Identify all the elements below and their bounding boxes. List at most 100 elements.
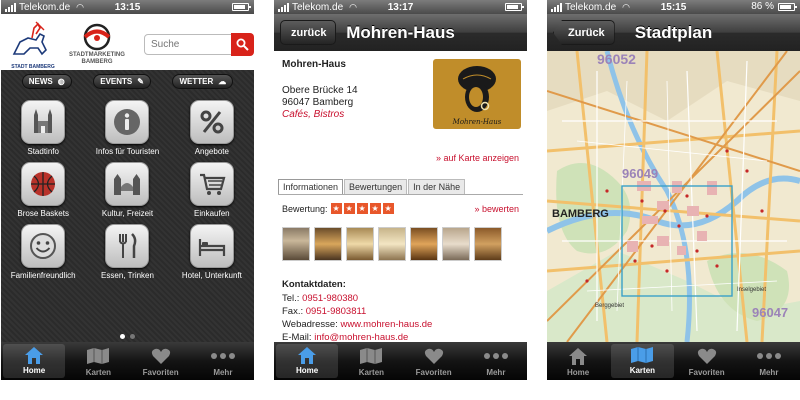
show-on-map-link[interactable]: » auf Karte anzeigen (436, 153, 519, 163)
tab-in-der-naehe[interactable]: In der Nähe (408, 179, 466, 194)
tab-mehr[interactable]: Mehr (465, 342, 527, 380)
home-icon (296, 344, 318, 365)
stadt-bamberg-logo[interactable]: STADT BAMBERG (6, 20, 60, 70)
nav-bar: Zurück Stadtplan (547, 14, 800, 51)
smiley-icon (21, 224, 66, 268)
photo-thumbnail[interactable] (346, 227, 374, 261)
grid-item-hotel[interactable]: Hotel, Unterkunft (170, 224, 254, 280)
search-input[interactable] (144, 34, 232, 55)
wifi-icon: ◠ (349, 1, 357, 12)
city-map[interactable]: 96052 96049 96047 BAMBERG Berggebiet Ins… (547, 51, 800, 342)
map-icon (359, 345, 383, 367)
photo-thumbnail[interactable] (410, 227, 438, 261)
back-button[interactable]: Zurück (553, 20, 615, 45)
tel-label: Tel.: (282, 293, 300, 304)
tab-mehr[interactable]: Mehr (192, 342, 254, 380)
carrier-name: Telekom.de (19, 1, 71, 13)
horse-rider-icon (12, 21, 47, 56)
photo-thumbnail[interactable] (474, 227, 502, 261)
fax-link[interactable]: 0951-9803811 (306, 306, 367, 317)
tab-label: Mehr (486, 368, 506, 377)
web-link[interactable]: www.mohren-haus.de (340, 319, 432, 330)
venue-category[interactable]: Cafés, Bistros (282, 109, 358, 121)
grid-item-stadtinfo[interactable]: Stadtinfo (1, 100, 85, 156)
tab-informationen[interactable]: Informationen (278, 179, 344, 194)
tab-home[interactable]: Home (3, 344, 66, 378)
tab-karten[interactable]: Karten (67, 342, 129, 380)
grid-label: Brose Baskets (17, 209, 69, 218)
home-icon (567, 345, 589, 367)
tab-mehr[interactable]: Mehr (738, 342, 800, 380)
grid-label: Familienfreundlich (10, 271, 76, 280)
area-label-berggebiet: Berggebiet (595, 303, 624, 309)
tab-favoriten[interactable]: Favoriten (130, 342, 192, 380)
tab-label: Favoriten (688, 368, 725, 377)
photo-thumbnail[interactable] (378, 227, 406, 261)
contact-section: Kontaktdaten: Tel.: 0951-980380 Fax.: 09… (282, 278, 432, 344)
map-icon (630, 344, 654, 365)
carrier-name: Telekom.de (565, 1, 617, 13)
grid-item-kultur[interactable]: Kultur, Freizeit (85, 162, 169, 218)
grid-item-familienfreundlich[interactable]: Familienfreundlich (1, 224, 85, 280)
venue-logo-text: Mohren-Haus (452, 118, 502, 126)
grid-item-essen-trinken[interactable]: Essen, Trinken (85, 224, 169, 280)
news-button[interactable]: NEWS ◍ (21, 74, 72, 89)
grid-label: Stadtinfo (27, 147, 59, 156)
search-button[interactable] (231, 33, 254, 56)
tab-home[interactable]: Home (276, 344, 339, 378)
address-line1: Obere Brücke 14 (282, 85, 358, 96)
stadtmarketing-logo[interactable]: STADTMARKETING BAMBERG (61, 22, 133, 70)
star-icon: ★ (382, 203, 394, 214)
phone-screen-map: Telekom.de ◠ 15:15 86 % Zurück Stadtplan (547, 0, 800, 380)
tel-link[interactable]: 0951-980380 (302, 293, 358, 304)
photo-thumbnail[interactable] (282, 227, 310, 261)
grid-item-einkaufen[interactable]: Einkaufen (170, 162, 254, 218)
photo-thumbnail[interactable] (442, 227, 470, 261)
tab-favoriten[interactable]: Favoriten (676, 342, 738, 380)
events-button[interactable]: EVENTS ✎ (93, 74, 151, 89)
tab-home[interactable]: Home (547, 342, 609, 380)
grid-label: Essen, Trinken (101, 271, 154, 280)
star-icon: ★ (343, 203, 355, 214)
page-dot-active (120, 334, 125, 339)
wetter-button[interactable]: WETTER ☁ (172, 74, 234, 89)
city-label: BAMBERG (552, 208, 609, 220)
signal-icon (551, 2, 562, 12)
heart-icon (697, 345, 717, 367)
detail-content: Mohren-Haus Obere Brücke 14 96047 Bamber… (274, 51, 527, 344)
app-grid: Stadtinfo Infos für Touristen Angebote B… (1, 100, 254, 280)
grid-label: Infos für Touristen (95, 147, 160, 156)
detail-tabs: Informationen Bewertungen In der Nähe (278, 179, 523, 195)
map-icon (86, 345, 110, 367)
web-label: Webadresse: (282, 319, 338, 330)
quick-links: NEWS ◍ EVENTS ✎ WETTER ☁ (1, 74, 254, 89)
grid-item-angebote[interactable]: Angebote (170, 100, 254, 156)
venue-address: Obere Brücke 14 96047 Bamberg Cafés, Bis… (282, 85, 358, 121)
percent-icon (189, 100, 234, 144)
grid-item-brose-baskets[interactable]: Brose Baskets (1, 162, 85, 218)
contact-web: Webadresse: www.mohren-haus.de (282, 318, 432, 331)
postcode-label-96047: 96047 (752, 305, 788, 320)
address-line2: 96047 Bamberg (282, 97, 354, 108)
stadtmarketing-line2: BAMBERG (81, 59, 113, 65)
venue-logo: Mohren-Haus (433, 59, 521, 129)
photo-strip (282, 227, 523, 261)
tab-karten[interactable]: Karten (611, 344, 674, 378)
city-map-graphic: 96052 96049 96047 BAMBERG Berggebiet Ins… (547, 51, 800, 342)
rating-stars: ★ ★ ★ ★ ★ (330, 203, 394, 214)
page-indicator[interactable] (1, 334, 254, 339)
basketball-icon (21, 162, 66, 206)
back-button[interactable]: zurück (280, 20, 337, 45)
home-icon (23, 344, 45, 365)
contact-tel: Tel.: 0951-980380 (282, 292, 432, 305)
tab-label: Mehr (759, 368, 779, 377)
postcode-label-96052: 96052 (597, 51, 636, 67)
stadtmarketing-line1: STADTMARKETING (69, 52, 125, 58)
photo-thumbnail[interactable] (314, 227, 342, 261)
wifi-icon: ◠ (622, 1, 630, 12)
rate-link[interactable]: » bewerten (474, 204, 519, 214)
tab-bewertungen[interactable]: Bewertungen (344, 179, 408, 194)
tab-favoriten[interactable]: Favoriten (403, 342, 465, 380)
tab-karten[interactable]: Karten (340, 342, 402, 380)
grid-item-infos[interactable]: Infos für Touristen (85, 100, 169, 156)
